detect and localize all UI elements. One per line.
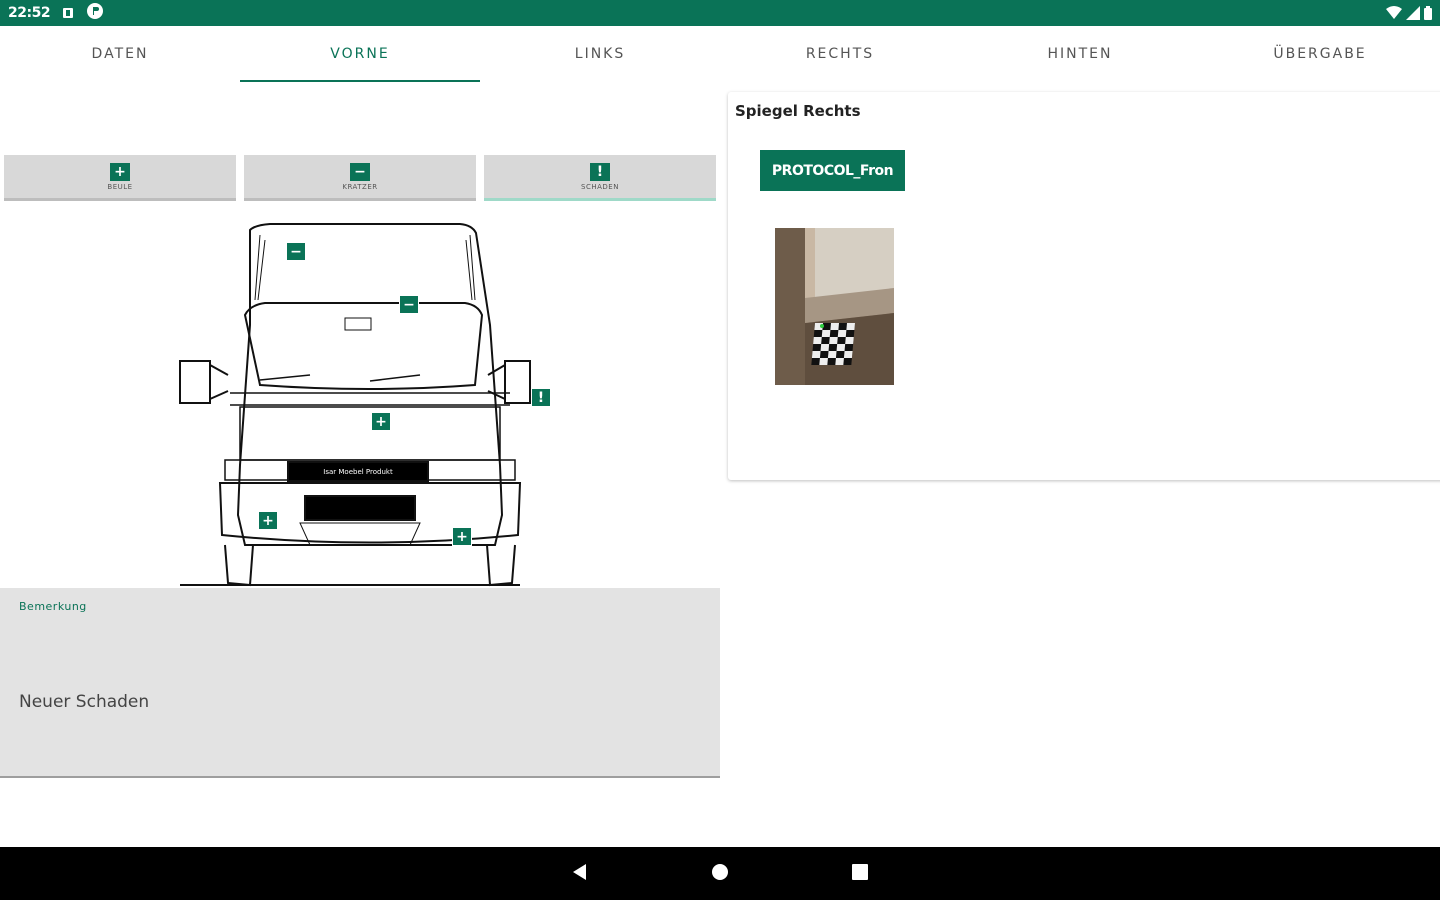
navigation-bar [0, 847, 1440, 900]
damage-marker-kratzer[interactable]: − [286, 242, 306, 261]
status-bar: 22:52 [0, 0, 1440, 26]
minus-icon: − [350, 162, 370, 181]
damage-photo[interactable] [775, 228, 894, 385]
tab-daten[interactable]: DATEN [0, 26, 240, 82]
signal-icon [1406, 6, 1420, 20]
damage-marker-beule[interactable]: + [452, 527, 472, 546]
damage-marker-schaden[interactable]: ! [531, 388, 551, 407]
beule-button[interactable]: + BEULE [4, 155, 236, 201]
remark-field[interactable]: Bemerkung Neuer Schaden [0, 588, 720, 778]
tab-links[interactable]: LINKS [480, 26, 720, 82]
damage-detail-card: Spiegel Rechts PROTOCOL_Fron [728, 92, 1440, 480]
beule-label: BEULE [107, 182, 133, 191]
exclamation-icon: ! [590, 162, 610, 181]
wifi-icon [1386, 6, 1402, 19]
detail-title: Spiegel Rechts [735, 102, 861, 120]
plus-icon: + [110, 162, 130, 181]
notification-icon [62, 4, 74, 23]
tab-rechts[interactable]: RECHTS [720, 26, 960, 82]
tab-hinten[interactable]: HINTEN [960, 26, 1200, 82]
status-icons [1386, 6, 1432, 20]
remark-input[interactable]: Neuer Schaden [19, 692, 149, 712]
tab-uebergabe[interactable]: ÜBERGABE [1200, 26, 1440, 82]
back-icon[interactable] [570, 862, 590, 886]
kratzer-button[interactable]: − KRATZER [244, 155, 476, 201]
plate-text: Isar Moebel Produkt [323, 467, 393, 476]
remark-label: Bemerkung [19, 600, 87, 613]
schaden-label: SCHADEN [581, 182, 619, 191]
recents-icon[interactable] [850, 862, 870, 886]
tab-vorne[interactable]: VORNE [240, 26, 480, 82]
tab-bar: DATEN VORNE LINKS RECHTS HINTEN ÜBERGABE [0, 26, 1440, 82]
damage-marker-kratzer[interactable]: − [399, 295, 419, 314]
status-time: 22:52 [8, 5, 51, 21]
home-icon[interactable] [710, 862, 730, 886]
app-notification-icon [86, 2, 104, 24]
battery-icon [1424, 6, 1432, 20]
damage-tool-row: + BEULE − KRATZER ! SCHADEN [4, 155, 716, 201]
vehicle-front-diagram[interactable]: Isar Moebel Produkt [170, 215, 570, 595]
protocol-button[interactable]: PROTOCOL_Fron [760, 150, 905, 191]
damage-marker-beule[interactable]: + [258, 511, 278, 530]
damage-marker-beule[interactable]: + [371, 412, 391, 431]
kratzer-label: KRATZER [342, 182, 378, 191]
schaden-button[interactable]: ! SCHADEN [484, 155, 716, 201]
